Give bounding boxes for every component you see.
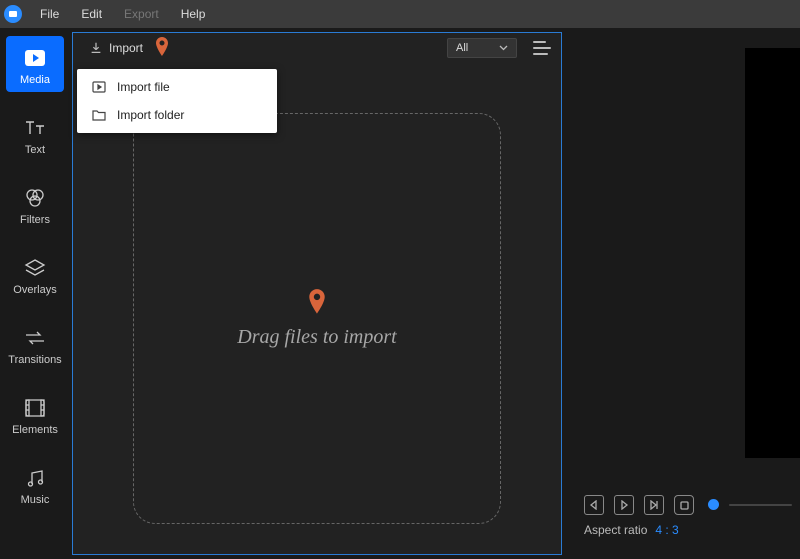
pin-icon bbox=[308, 289, 326, 318]
import-file-icon bbox=[91, 79, 107, 95]
sidebar-item-text[interactable]: Text bbox=[6, 106, 64, 162]
import-icon bbox=[89, 41, 103, 55]
sidebar: Media Text Filters Overlays Transitions bbox=[0, 28, 70, 559]
stop-button[interactable] bbox=[674, 495, 694, 515]
aspect-value[interactable]: 4 : 3 bbox=[655, 523, 678, 537]
dd-label: Import file bbox=[117, 80, 170, 94]
import-file-item[interactable]: Import file bbox=[77, 73, 277, 101]
list-view-icon[interactable] bbox=[533, 41, 551, 55]
sidebar-item-overlays[interactable]: Overlays bbox=[6, 246, 64, 302]
preview-panel: Aspect ratio 4 : 3 bbox=[566, 28, 800, 559]
music-icon bbox=[23, 466, 47, 490]
sidebar-label: Text bbox=[25, 144, 45, 156]
import-button[interactable]: Import bbox=[83, 37, 149, 59]
menubar: File Edit Export Help bbox=[0, 0, 800, 28]
dd-label: Import folder bbox=[117, 108, 184, 122]
import-dropdown: Import file Import folder bbox=[77, 69, 277, 133]
import-folder-icon bbox=[91, 107, 107, 123]
filter-selected: All bbox=[456, 42, 468, 54]
sidebar-label: Elements bbox=[12, 424, 58, 436]
sidebar-label: Filters bbox=[20, 214, 50, 226]
media-panel: Import All Import file bbox=[72, 32, 562, 555]
import-label: Import bbox=[109, 41, 143, 55]
text-icon bbox=[23, 116, 47, 140]
dropzone-text: Drag files to import bbox=[237, 326, 396, 349]
play-icon bbox=[23, 46, 47, 70]
sidebar-label: Media bbox=[20, 74, 50, 86]
playhead[interactable] bbox=[708, 499, 719, 510]
menu-help[interactable]: Help bbox=[171, 7, 216, 21]
overlays-icon bbox=[23, 256, 47, 280]
sidebar-item-music[interactable]: Music bbox=[6, 456, 64, 512]
menu-export: Export bbox=[114, 7, 169, 21]
menu-edit[interactable]: Edit bbox=[71, 7, 112, 21]
preview-video bbox=[745, 48, 800, 458]
step-forward-button[interactable] bbox=[644, 495, 664, 515]
sidebar-item-media[interactable]: Media bbox=[6, 36, 64, 92]
preview-area bbox=[566, 28, 800, 489]
sidebar-item-elements[interactable]: Elements bbox=[6, 386, 64, 442]
elements-icon bbox=[23, 396, 47, 420]
sidebar-item-filters[interactable]: Filters bbox=[6, 176, 64, 232]
sidebar-label: Transitions bbox=[8, 354, 61, 366]
timeline-slider[interactable] bbox=[729, 504, 792, 506]
step-back-button[interactable] bbox=[584, 495, 604, 515]
app-logo bbox=[4, 5, 22, 23]
pin-icon bbox=[155, 37, 169, 60]
import-folder-item[interactable]: Import folder bbox=[77, 101, 277, 129]
menu-file[interactable]: File bbox=[30, 7, 69, 21]
transitions-icon bbox=[23, 326, 47, 350]
aspect-label: Aspect ratio bbox=[584, 523, 647, 537]
sidebar-item-transitions[interactable]: Transitions bbox=[6, 316, 64, 372]
filter-dropdown[interactable]: All bbox=[447, 38, 517, 58]
dropzone[interactable]: Drag files to import bbox=[133, 113, 501, 524]
play-button[interactable] bbox=[614, 495, 634, 515]
chevron-down-icon bbox=[499, 45, 508, 51]
filters-icon bbox=[23, 186, 47, 210]
sidebar-label: Overlays bbox=[13, 284, 56, 296]
sidebar-label: Music bbox=[21, 494, 50, 506]
